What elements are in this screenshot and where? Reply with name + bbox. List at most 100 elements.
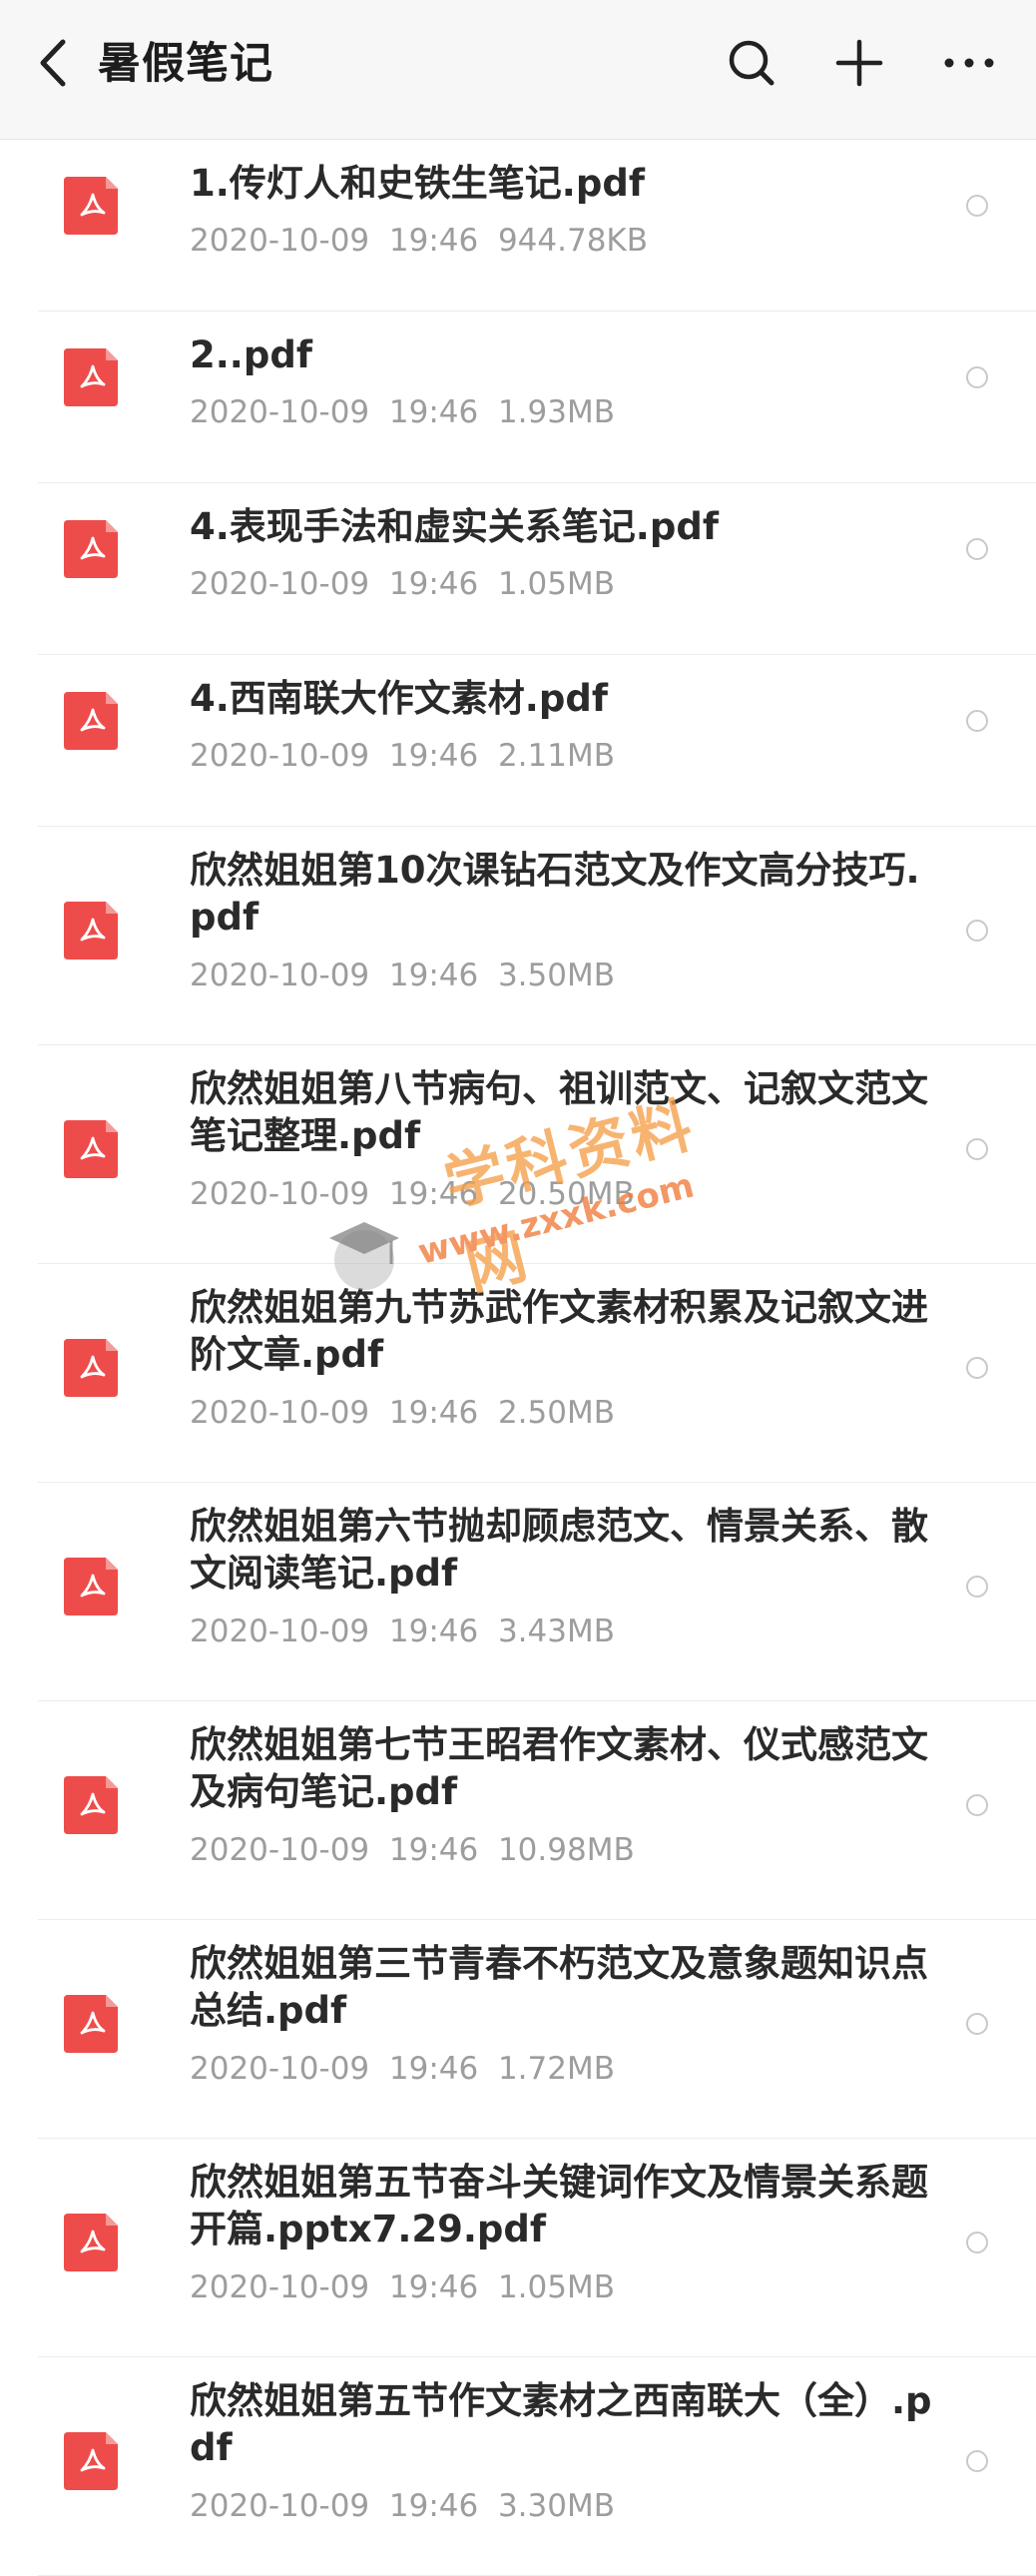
file-meta: 2020-10-09 19:46 2.50MB	[190, 1394, 615, 1432]
app-header: 暑假笔记	[0, 0, 1036, 140]
file-meta: 2020-10-09 19:46 2.11MB	[190, 737, 615, 775]
file-name: 4.西南联大作文素材.pdf	[190, 677, 608, 720]
file-date: 2020-10-09	[190, 738, 370, 774]
file-date: 2020-10-09	[190, 2269, 370, 2305]
file-size: 1.93MB	[497, 394, 615, 430]
select-radio[interactable]	[966, 1576, 988, 1598]
file-size: 3.30MB	[497, 2488, 615, 2524]
file-size: 3.43MB	[497, 1613, 615, 1649]
more-horizontal-icon	[944, 58, 994, 68]
file-size: 1.05MB	[497, 2269, 615, 2305]
file-name: 欣然姐姐第五节奋斗关键词作文及情景关系题开篇.pptx7.29.pdf	[190, 2161, 928, 2251]
file-time: 19:46	[388, 223, 479, 259]
file-time: 19:46	[388, 1613, 479, 1649]
pdf-file-icon	[64, 177, 118, 235]
file-size: 20.50MB	[497, 1176, 635, 1212]
file-time: 19:46	[388, 1395, 479, 1431]
select-radio[interactable]	[966, 538, 988, 560]
file-row[interactable]: 欣然姐姐第九节苏武作文素材积累及记叙文进阶文章.pdf 2020-10-09 19…	[0, 1264, 1036, 1483]
file-meta: 2020-10-09 19:46 1.05MB	[190, 2268, 615, 2306]
pdf-file-icon	[64, 1339, 118, 1397]
select-radio[interactable]	[966, 920, 988, 942]
file-date: 2020-10-09	[190, 223, 370, 259]
select-radio[interactable]	[966, 195, 988, 217]
select-radio[interactable]	[966, 366, 988, 388]
file-size: 2.11MB	[497, 738, 615, 774]
file-time: 19:46	[388, 394, 479, 430]
file-meta: 2020-10-09 19:46 3.43MB	[190, 1612, 615, 1650]
more-button[interactable]	[936, 30, 1002, 96]
file-date: 2020-10-09	[190, 1613, 370, 1649]
plus-icon	[835, 39, 883, 87]
file-row[interactable]: 2..pdf 2020-10-09 19:46 1.93MB	[0, 312, 1036, 483]
file-meta: 2020-10-09 19:46 1.05MB	[190, 565, 615, 603]
file-time: 19:46	[388, 738, 479, 774]
file-row[interactable]: 4.表现手法和虚实关系笔记.pdf 2020-10-09 19:46 1.05MB	[0, 483, 1036, 655]
pdf-file-icon	[64, 1995, 118, 2053]
add-button[interactable]	[826, 30, 892, 96]
select-radio[interactable]	[966, 710, 988, 732]
file-time: 19:46	[388, 958, 479, 993]
file-meta: 2020-10-09 19:46 1.72MB	[190, 2050, 615, 2088]
file-date: 2020-10-09	[190, 1395, 370, 1431]
file-size: 2.50MB	[497, 1395, 615, 1431]
file-meta: 2020-10-09 19:46 20.50MB	[190, 1175, 635, 1213]
select-radio[interactable]	[966, 2232, 988, 2254]
file-size: 1.05MB	[497, 566, 615, 602]
file-size: 3.50MB	[497, 958, 615, 993]
pdf-file-icon	[64, 348, 118, 406]
file-date: 2020-10-09	[190, 1176, 370, 1212]
file-date: 2020-10-09	[190, 2488, 370, 2524]
file-name: 欣然姐姐第五节作文素材之西南联大（全）.pdf	[190, 2379, 932, 2469]
pdf-file-icon	[64, 1558, 118, 1615]
file-size: 1.72MB	[497, 2051, 615, 2087]
file-time: 19:46	[388, 566, 479, 602]
file-meta: 2020-10-09 19:46 1.93MB	[190, 393, 615, 431]
back-button[interactable]	[22, 30, 82, 96]
file-name: 1.传灯人和史铁生笔记.pdf	[190, 162, 645, 205]
file-row[interactable]: 欣然姐姐第10次课钻石范文及作文高分技巧.pdf 2020-10-09 19:46…	[0, 827, 1036, 1045]
pdf-file-icon	[64, 1120, 118, 1178]
file-name: 4.表现手法和虚实关系笔记.pdf	[190, 505, 719, 548]
pdf-file-icon	[64, 2214, 118, 2271]
file-time: 19:46	[388, 1832, 479, 1868]
page-title: 暑假笔记	[98, 39, 273, 89]
file-row[interactable]: 欣然姐姐第五节作文素材之西南联大（全）.pdf 2020-10-09 19:46 …	[0, 2357, 1036, 2576]
file-row[interactable]: 欣然姐姐第七节王昭君作文素材、仪式感范文及病句笔记.pdf 2020-10-09 …	[0, 1701, 1036, 1920]
select-radio[interactable]	[966, 1794, 988, 1816]
file-meta: 2020-10-09 19:46 3.50MB	[190, 957, 615, 994]
file-name: 欣然姐姐第10次课钻石范文及作文高分技巧.pdf	[190, 849, 920, 939]
file-date: 2020-10-09	[190, 1832, 370, 1868]
file-meta: 2020-10-09 19:46 10.98MB	[190, 1831, 635, 1869]
pdf-file-icon	[64, 520, 118, 578]
file-row[interactable]: 欣然姐姐第八节病句、祖训范文、记叙文范文笔记整理.pdf 2020-10-09 1…	[0, 1045, 1036, 1264]
file-time: 19:46	[388, 2488, 479, 2524]
file-name: 欣然姐姐第九节苏武作文素材积累及记叙文进阶文章.pdf	[190, 1286, 928, 1376]
file-date: 2020-10-09	[190, 394, 370, 430]
file-name: 2..pdf	[190, 333, 312, 376]
file-time: 19:46	[388, 1176, 479, 1212]
pdf-file-icon	[64, 692, 118, 750]
pdf-file-icon	[64, 902, 118, 960]
file-row[interactable]: 欣然姐姐第五节奋斗关键词作文及情景关系题开篇.pptx7.29.pdf 2020-…	[0, 2139, 1036, 2357]
pdf-file-icon	[64, 1776, 118, 1834]
file-meta: 2020-10-09 19:46 944.78KB	[190, 222, 648, 260]
select-radio[interactable]	[966, 1138, 988, 1160]
select-radio[interactable]	[966, 1357, 988, 1379]
file-size: 10.98MB	[497, 1832, 635, 1868]
file-date: 2020-10-09	[190, 566, 370, 602]
file-row[interactable]: 欣然姐姐第六节抛却顾虑范文、情景关系、散文阅读笔记.pdf 2020-10-09 …	[0, 1483, 1036, 1701]
file-row[interactable]: 1.传灯人和史铁生笔记.pdf 2020-10-09 19:46 944.78KB	[0, 140, 1036, 312]
search-button[interactable]	[719, 30, 784, 96]
file-name: 欣然姐姐第八节病句、祖训范文、记叙文范文笔记整理.pdf	[190, 1067, 928, 1157]
file-name: 欣然姐姐第三节青春不朽范文及意象题知识点总结.pdf	[190, 1942, 928, 2032]
file-row[interactable]: 欣然姐姐第三节青春不朽范文及意象题知识点总结.pdf 2020-10-09 19:…	[0, 1920, 1036, 2139]
file-date: 2020-10-09	[190, 958, 370, 993]
file-date: 2020-10-09	[190, 2051, 370, 2087]
file-row[interactable]: 4.西南联大作文素材.pdf 2020-10-09 19:46 2.11MB	[0, 655, 1036, 827]
select-radio[interactable]	[966, 2450, 988, 2472]
select-radio[interactable]	[966, 2013, 988, 2035]
search-icon	[729, 40, 775, 86]
file-meta: 2020-10-09 19:46 3.30MB	[190, 2487, 615, 2525]
file-time: 19:46	[388, 2269, 479, 2305]
